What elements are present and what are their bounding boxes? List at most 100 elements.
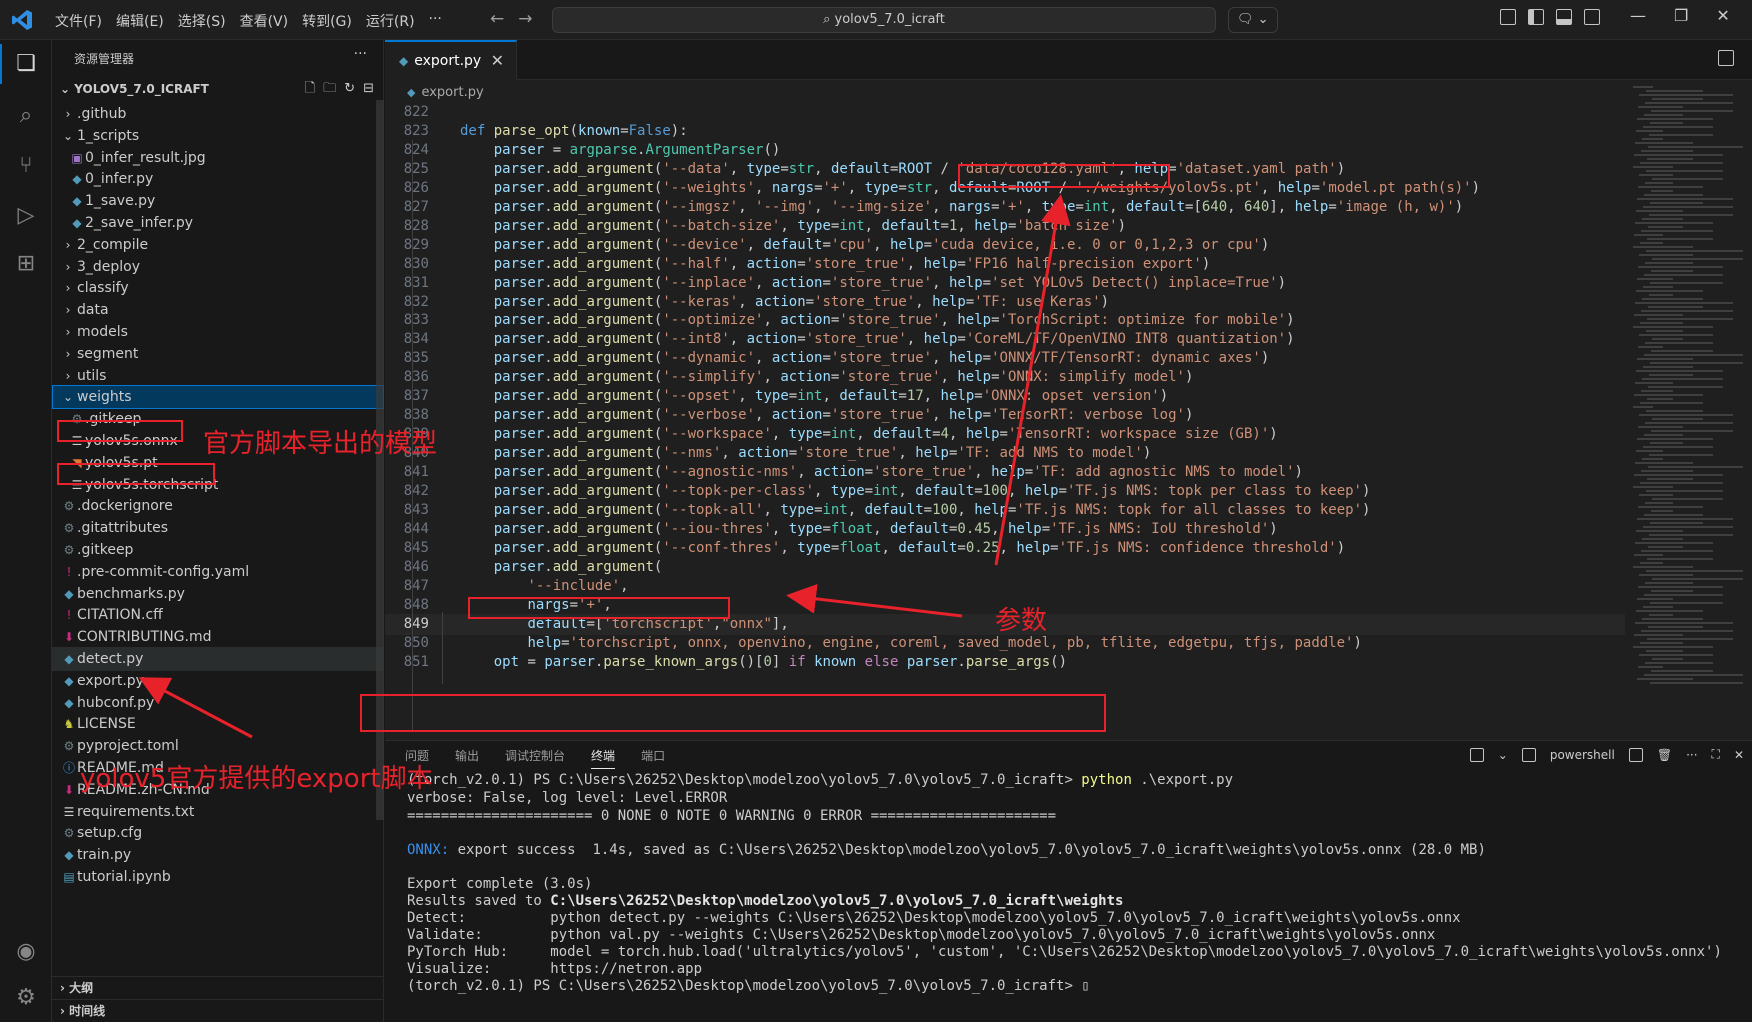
tree-file[interactable]: ⚙ .dockerignore bbox=[52, 494, 384, 518]
tree-folder[interactable]: › 2_compile bbox=[52, 233, 384, 257]
code-line[interactable]: 838 parser.add_argument('--verbose', act… bbox=[385, 405, 1625, 426]
close-tab-icon[interactable]: ✕ bbox=[491, 42, 504, 80]
tree-file[interactable]: ⚙ .gitattributes bbox=[52, 516, 384, 540]
code-line[interactable]: 841 parser.add_argument('--agnostic-nms'… bbox=[385, 462, 1625, 483]
code-line[interactable]: 837 parser.add_argument('--opset', type=… bbox=[385, 386, 1625, 407]
split-icon[interactable] bbox=[1628, 747, 1643, 762]
toggle-secondary-sidebar-icon[interactable] bbox=[1584, 9, 1600, 25]
tree-folder[interactable]: ⌄ weights bbox=[52, 385, 384, 410]
panel-tab[interactable]: 输出 bbox=[455, 747, 479, 769]
code-line[interactable]: 836 parser.add_argument('--simplify', ac… bbox=[385, 367, 1625, 388]
tree-folder[interactable]: › 3_deploy bbox=[52, 255, 384, 279]
panel-tab[interactable]: 终端 bbox=[591, 747, 616, 769]
code-line[interactable]: 833 parser.add_argument('--optimize', ac… bbox=[385, 310, 1625, 331]
run-debug-icon[interactable]: ▷ bbox=[12, 202, 40, 230]
breadcrumb[interactable]: ◆ export.py bbox=[407, 82, 484, 104]
collapse-all-icon[interactable]: ⊟ bbox=[363, 78, 374, 100]
maximize-panel-icon[interactable]: ⛶ bbox=[1712, 747, 1720, 762]
panel-tab[interactable]: 端口 bbox=[641, 747, 665, 769]
code-line[interactable]: 824 parser = argparse.ArgumentParser() bbox=[385, 140, 1625, 161]
tree-file[interactable]: ◆ train.py bbox=[52, 843, 384, 867]
outline-section[interactable]: › 大纲 bbox=[52, 976, 384, 998]
back-arrow-icon[interactable]: ← bbox=[490, 9, 504, 29]
code-line[interactable]: 846 parser.add_argument( bbox=[385, 557, 1625, 578]
chevron-down-icon[interactable]: ⌄ bbox=[1498, 748, 1508, 762]
tree-file[interactable]: ◆ 0_infer.py bbox=[52, 167, 384, 191]
trash-icon[interactable]: 🗑 bbox=[1657, 748, 1672, 762]
code-line[interactable]: 829 parser.add_argument('--device', defa… bbox=[385, 235, 1625, 256]
code-line[interactable]: 827 parser.add_argument('--imgsz', '--im… bbox=[385, 197, 1625, 218]
extensions-icon[interactable]: ⊞ bbox=[12, 250, 40, 278]
code-line[interactable]: 839 parser.add_argument('--workspace', t… bbox=[385, 424, 1625, 445]
close-panel-icon[interactable]: ✕ bbox=[1734, 748, 1744, 762]
timeline-section[interactable]: › 时间线 bbox=[52, 999, 384, 1021]
tree-folder[interactable]: › data bbox=[52, 298, 384, 322]
account-icon[interactable]: ◉ bbox=[12, 938, 40, 966]
menu-item-2[interactable]: 选择(S) bbox=[171, 11, 233, 31]
code-line[interactable]: 851 opt = parser.parse_known_args()[0] i… bbox=[385, 652, 1625, 673]
panel-tab[interactable]: 调试控制台 bbox=[505, 747, 565, 769]
tree-file[interactable]: ☰ requirements.txt bbox=[52, 800, 384, 824]
close-window-icon[interactable]: ✕ bbox=[1716, 6, 1729, 25]
refresh-icon[interactable]: ↻ bbox=[344, 78, 355, 100]
settings-gear-icon[interactable]: ⚙ bbox=[12, 984, 40, 1012]
more-icon[interactable]: ··· bbox=[1686, 748, 1697, 762]
tree-file[interactable]: ◆ detect.py bbox=[52, 647, 384, 671]
tree-file[interactable]: ♞ LICENSE bbox=[52, 712, 384, 736]
tree-file[interactable]: ⚙ pyproject.toml bbox=[52, 734, 384, 758]
tab-export-py[interactable]: ◆ export.py ✕ bbox=[385, 40, 517, 80]
code-view[interactable]: 822 823 def parse_opt(known=False): 824 par… bbox=[385, 104, 1625, 740]
code-line[interactable]: 830 parser.add_argument('--half', action… bbox=[385, 254, 1625, 275]
tree-file[interactable]: ▣ 0_infer_result.jpg bbox=[52, 146, 384, 170]
menu-item-6[interactable]: ··· bbox=[422, 11, 449, 31]
code-line[interactable]: 843 parser.add_argument('--topk-all', ty… bbox=[385, 500, 1625, 521]
toggle-panel-icon[interactable] bbox=[1556, 9, 1572, 25]
menu-item-0[interactable]: 文件(F) bbox=[48, 11, 109, 31]
code-line[interactable]: 845 parser.add_argument('--conf-thres', … bbox=[385, 538, 1625, 559]
customize-layout-icon[interactable] bbox=[1500, 9, 1516, 25]
split-terminal-icon[interactable] bbox=[1469, 747, 1484, 762]
more-actions-icon[interactable]: ··· bbox=[354, 46, 367, 62]
command-center-search[interactable]: ⌕ yolov5_7.0_icraft bbox=[552, 7, 1216, 33]
code-line[interactable]: 842 parser.add_argument('--topk-per-clas… bbox=[385, 481, 1625, 502]
tree-file[interactable]: ◆ 2_save_infer.py bbox=[52, 211, 384, 235]
tree-folder[interactable]: › .github bbox=[52, 102, 384, 126]
tree-file[interactable]: ◆ benchmarks.py bbox=[52, 582, 384, 606]
code-line[interactable]: 847 '--include', bbox=[385, 576, 1625, 597]
tree-file[interactable]: ⬇ CONTRIBUTING.md bbox=[52, 625, 384, 649]
tree-file[interactable]: ◆ hubconf.py bbox=[52, 691, 384, 715]
tree-file[interactable]: ! .pre-commit-config.yaml bbox=[52, 560, 384, 584]
code-line[interactable]: 835 parser.add_argument('--dynamic', act… bbox=[385, 348, 1625, 369]
project-root[interactable]: ⌄ YOLOV5_7.0_ICRAFT 🗋 🗀 ↻ ⊟ bbox=[52, 78, 384, 100]
forward-arrow-icon[interactable]: → bbox=[518, 9, 532, 29]
copilot-button[interactable]: 🗨 ⌄ bbox=[1228, 7, 1278, 33]
tree-file[interactable]: ⚙ setup.cfg bbox=[52, 821, 384, 845]
menu-item-4[interactable]: 转到(G) bbox=[295, 11, 359, 31]
code-line[interactable]: 823 def parse_opt(known=False): bbox=[385, 121, 1625, 142]
new-folder-icon[interactable]: 🗀 bbox=[323, 78, 336, 100]
tree-file[interactable]: ◆ 1_save.py bbox=[52, 189, 384, 213]
code-line[interactable]: 828 parser.add_argument('--batch-size', … bbox=[385, 216, 1625, 237]
minimize-icon[interactable]: — bbox=[1630, 6, 1646, 25]
tree-file[interactable]: ◆ export.py bbox=[52, 669, 384, 693]
menu-item-5[interactable]: 运行(R) bbox=[359, 11, 422, 31]
search-icon[interactable]: ⌕ bbox=[12, 102, 40, 130]
menu-item-3[interactable]: 查看(V) bbox=[233, 11, 296, 31]
menu-item-1[interactable]: 编辑(E) bbox=[109, 11, 171, 31]
code-line[interactable]: 844 parser.add_argument('--iou-thres', t… bbox=[385, 519, 1625, 540]
new-file-icon[interactable]: 🗋 bbox=[305, 78, 315, 100]
code-line[interactable]: 834 parser.add_argument('--int8', action… bbox=[385, 329, 1625, 350]
tree-file[interactable]: ▤ tutorial.ipynb bbox=[52, 865, 384, 889]
toggle-sidebar-icon[interactable] bbox=[1528, 9, 1544, 25]
minimap[interactable] bbox=[1625, 86, 1745, 726]
tree-file[interactable]: ⚙ .gitkeep bbox=[52, 538, 384, 562]
split-editor-icon[interactable] bbox=[1718, 50, 1734, 66]
code-line[interactable]: 831 parser.add_argument('--inplace', act… bbox=[385, 273, 1625, 294]
tree-folder[interactable]: › segment bbox=[52, 342, 384, 366]
tree-folder[interactable]: › classify bbox=[52, 276, 384, 300]
tree-folder[interactable]: › utils bbox=[52, 364, 384, 388]
restore-icon[interactable]: ❐ bbox=[1674, 6, 1688, 25]
code-line[interactable]: 832 parser.add_argument('--keras', actio… bbox=[385, 292, 1625, 313]
shell-name[interactable]: powershell bbox=[1550, 748, 1615, 762]
explorer-icon[interactable]: ❏ bbox=[0, 44, 40, 84]
